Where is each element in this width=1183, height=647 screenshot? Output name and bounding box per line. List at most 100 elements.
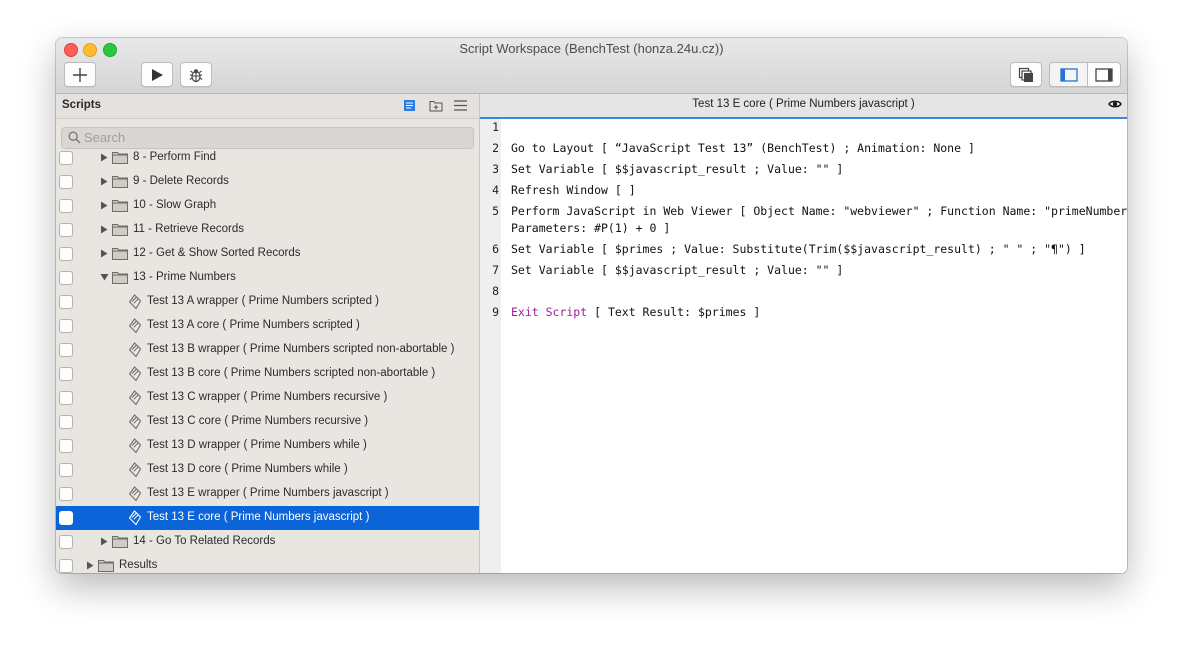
script-row[interactable]: Test 13 D core ( Prime Numbers while ) — [56, 458, 479, 482]
script-folder-row[interactable]: Results — [56, 554, 479, 573]
new-folder-icon[interactable] — [429, 99, 443, 112]
include-checkbox[interactable] — [59, 271, 73, 285]
disclosure-collapsed-icon[interactable] — [100, 177, 108, 186]
include-checkbox[interactable] — [59, 559, 73, 573]
script-editor: Test 13 E core ( Prime Numbers javascrip… — [480, 94, 1127, 573]
script-step[interactable]: Set Variable [ $$javascript_result ; Val… — [511, 263, 843, 277]
folder-icon — [112, 536, 128, 548]
search-input[interactable] — [84, 129, 464, 146]
include-checkbox[interactable] — [59, 319, 73, 333]
script-icon — [128, 294, 142, 310]
disclosure-collapsed-icon[interactable] — [100, 153, 108, 162]
folder-icon — [98, 560, 114, 572]
script-step[interactable]: Refresh Window [ ] — [511, 183, 636, 197]
play-icon — [152, 68, 163, 81]
disclosure-expanded-icon[interactable] — [100, 273, 109, 281]
step-text: Perform JavaScript in Web Viewer [ Objec… — [511, 204, 1127, 218]
include-checkbox[interactable] — [59, 247, 73, 261]
left-panel-icon — [1060, 67, 1078, 82]
line-number: 3 — [492, 162, 499, 176]
script-row[interactable]: Test 13 A wrapper ( Prime Numbers script… — [56, 290, 479, 314]
include-checkbox[interactable] — [59, 175, 73, 189]
include-checkbox[interactable] — [59, 439, 73, 453]
script-label: Test 13 C core ( Prime Numbers recursive… — [147, 415, 369, 427]
include-checkbox[interactable] — [59, 367, 73, 381]
toggle-left-panel-button[interactable] — [1049, 62, 1089, 87]
line-number: 1 — [492, 120, 499, 134]
include-checkbox[interactable] — [59, 343, 73, 357]
script-row[interactable]: Test 13 C core ( Prime Numbers recursive… — [56, 410, 479, 434]
search-icon — [68, 131, 81, 144]
script-row[interactable]: Test 13 B core ( Prime Numbers scripted … — [56, 362, 479, 386]
include-checkbox[interactable] — [59, 151, 73, 165]
new-script-button[interactable] — [64, 62, 96, 87]
include-checkbox[interactable] — [59, 511, 73, 525]
line-number: 7 — [492, 263, 499, 277]
script-icon — [128, 390, 142, 406]
include-checkbox[interactable] — [59, 487, 73, 501]
script-row[interactable]: Test 13 C wrapper ( Prime Numbers recurs… — [56, 386, 479, 410]
folder-icon — [112, 152, 128, 164]
script-label: 14 - Go To Related Records — [133, 535, 276, 547]
separator-list-icon[interactable] — [453, 99, 468, 112]
folder-icon — [112, 248, 128, 260]
new-script-doc-icon[interactable] — [403, 99, 416, 112]
script-label: Test 13 E core ( Prime Numbers javascrip… — [147, 511, 370, 523]
run-script-button[interactable] — [141, 62, 173, 87]
script-step[interactable]: Go to Layout [ “JavaScript Test 13” (Ben… — [511, 141, 975, 155]
disclosure-collapsed-icon[interactable] — [100, 201, 108, 210]
step-text: Refresh Window [ ] — [511, 183, 636, 197]
script-step[interactable]: Set Variable [ $$javascript_result ; Val… — [511, 162, 843, 176]
include-checkbox[interactable] — [59, 295, 73, 309]
folder-icon — [112, 272, 128, 284]
script-folder-row[interactable]: 14 - Go To Related Records — [56, 530, 479, 554]
step-text: Set Variable [ $primes ; Value: Substitu… — [511, 242, 1086, 256]
script-icon — [128, 342, 142, 358]
script-row[interactable]: Test 13 E wrapper ( Prime Numbers javasc… — [56, 482, 479, 506]
script-label: Test 13 B wrapper ( Prime Numbers script… — [147, 343, 455, 355]
include-checkbox[interactable] — [59, 223, 73, 237]
script-row[interactable]: Test 13 B wrapper ( Prime Numbers script… — [56, 338, 479, 362]
window-title: Script Workspace (BenchTest (honza.24u.c… — [459, 41, 724, 56]
include-checkbox[interactable] — [59, 535, 73, 549]
script-folder-row[interactable]: 13 - Prime Numbers — [56, 266, 479, 290]
include-checkbox[interactable] — [59, 415, 73, 429]
script-label: Test 13 A wrapper ( Prime Numbers script… — [147, 295, 379, 307]
toggle-right-panel-button[interactable] — [1087, 62, 1121, 87]
step-text: [ Text Result: $primes ] — [587, 305, 761, 319]
editor-script-title: Test 13 E core ( Prime Numbers javascrip… — [692, 98, 915, 110]
script-icon — [128, 510, 142, 526]
script-step[interactable]: Set Variable [ $primes ; Value: Substitu… — [511, 242, 1086, 256]
script-row[interactable]: Test 13 D wrapper ( Prime Numbers while … — [56, 434, 479, 458]
script-icon — [128, 462, 142, 478]
script-folder-row[interactable]: 8 - Perform Find — [56, 146, 479, 170]
script-row[interactable]: Test 13 A core ( Prime Numbers scripted … — [56, 314, 479, 338]
script-step[interactable]: Perform JavaScript in Web Viewer [ Objec… — [511, 204, 1127, 218]
include-checkbox[interactable] — [59, 199, 73, 213]
disclosure-collapsed-icon[interactable] — [100, 249, 108, 258]
debug-script-button[interactable] — [180, 62, 212, 87]
disclosure-collapsed-icon[interactable] — [100, 537, 108, 546]
script-label: Test 13 D core ( Prime Numbers while ) — [147, 463, 348, 475]
script-folder-row[interactable]: 11 - Retrieve Records — [56, 218, 479, 242]
folder-icon — [112, 176, 128, 188]
script-folder-row[interactable]: 9 - Delete Records — [56, 170, 479, 194]
script-label: Results — [119, 559, 158, 571]
script-icon — [128, 486, 142, 502]
line-number: 2 — [492, 141, 499, 155]
disclosure-collapsed-icon[interactable] — [86, 561, 94, 570]
disclosure-collapsed-icon[interactable] — [100, 225, 108, 234]
include-checkbox[interactable] — [59, 463, 73, 477]
script-icon — [128, 318, 142, 334]
include-checkbox[interactable] — [59, 391, 73, 405]
eye-icon[interactable] — [1108, 99, 1122, 109]
window-stack-button[interactable] — [1010, 62, 1042, 87]
script-step[interactable]: Exit Script [ Text Result: $primes ] — [511, 305, 760, 319]
script-folder-row[interactable]: 12 - Get & Show Sorted Records — [56, 242, 479, 266]
folder-icon — [112, 200, 128, 212]
script-row[interactable]: Test 13 E core ( Prime Numbers javascrip… — [56, 506, 479, 530]
script-icon — [128, 366, 142, 382]
script-folder-row[interactable]: 10 - Slow Graph — [56, 194, 479, 218]
folder-icon — [112, 224, 128, 236]
scripts-header: Scripts — [56, 94, 479, 119]
